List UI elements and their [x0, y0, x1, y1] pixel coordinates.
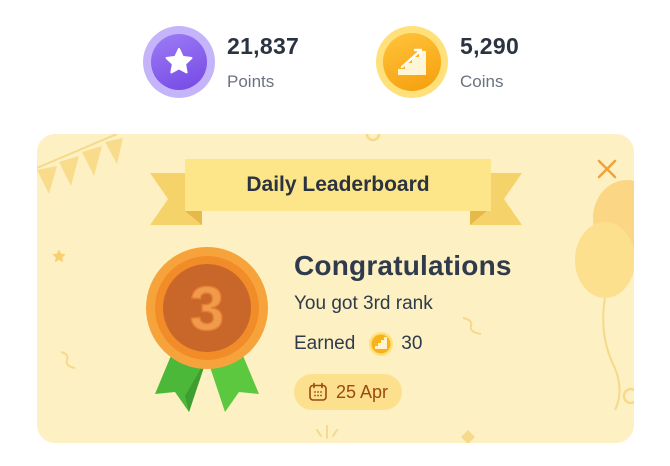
banner-title: Daily Leaderboard [185, 159, 491, 211]
bronze-medal-icon: 3 [145, 246, 269, 416]
bunting-decoration [37, 134, 123, 194]
stairs-coin-icon [376, 26, 448, 98]
calendar-icon [309, 382, 327, 401]
earned-label: Earned [294, 333, 356, 354]
balloons-decoration [575, 180, 634, 411]
coins-value: 5,290 [460, 33, 520, 59]
leaderboard-card: Daily Leaderboard 3 Congratulations You … [37, 134, 634, 443]
leaderboard-banner: Daily Leaderboard [150, 159, 522, 229]
ring-decoration [365, 134, 381, 142]
date-badge: 25 Apr [294, 374, 403, 410]
date-text: 25 Apr [336, 381, 389, 402]
congrats-block: Congratulations You got 3rd rank Earned … [294, 248, 512, 356]
rank-text: You got 3rd rank [294, 293, 433, 314]
streamer-decoration [60, 351, 76, 369]
diamond-decoration [461, 430, 475, 443]
star-icon [143, 26, 215, 98]
close-button[interactable] [596, 158, 618, 180]
points-value: 21,837 [227, 33, 300, 59]
points-label: Points [227, 72, 275, 91]
earned-row: Earned 30 [294, 332, 512, 356]
coins-stat: 5,290 Coins [376, 26, 519, 98]
congrats-title: Congratulations [294, 250, 512, 281]
close-icon [597, 159, 617, 179]
medal-number: 3 [190, 275, 224, 344]
coin-icon [369, 332, 394, 356]
sparkle-decoration [316, 425, 338, 439]
star-decoration-icon [52, 249, 66, 263]
points-stat: 21,837 Points [143, 26, 299, 98]
earned-amount: 30 [401, 333, 423, 354]
coins-label: Coins [460, 72, 504, 91]
